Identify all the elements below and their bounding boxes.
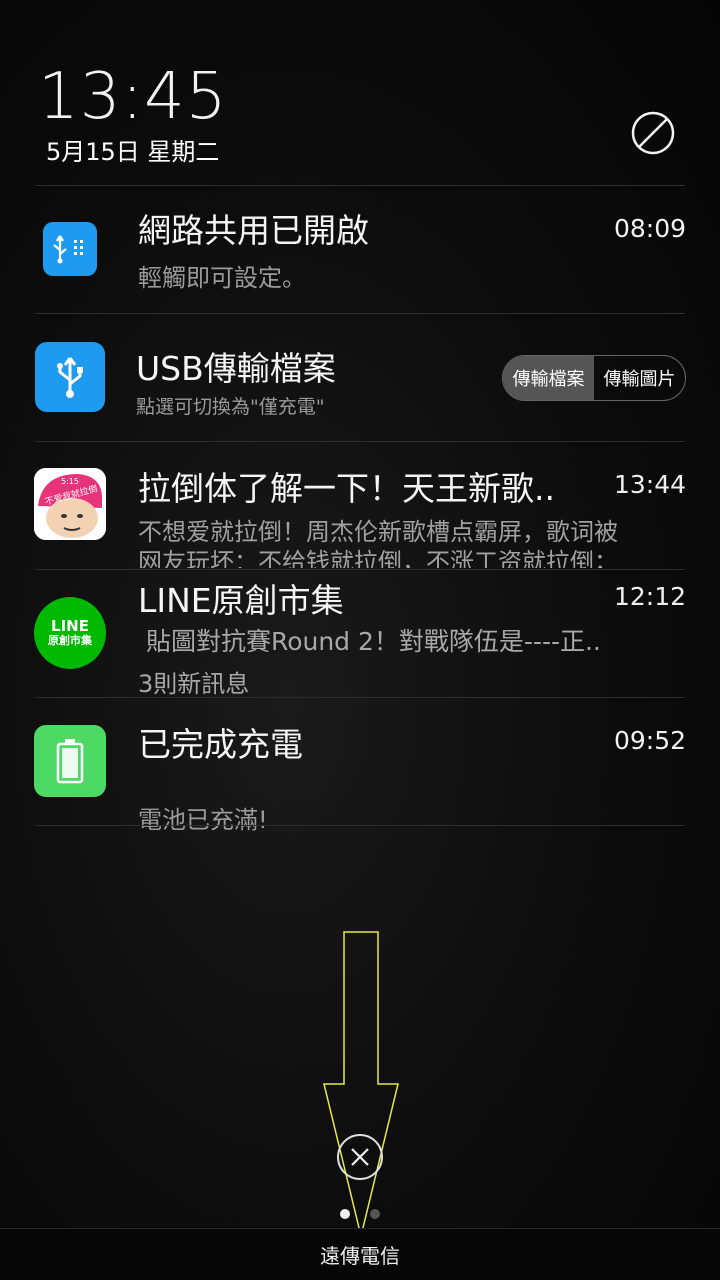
- do-not-disturb-button[interactable]: [630, 110, 676, 156]
- carrier-label: 遠傳電信: [0, 1228, 720, 1280]
- page-indicator: [340, 1209, 380, 1219]
- do-not-disturb-icon: [631, 111, 675, 155]
- battery-full-icon: [34, 725, 106, 797]
- swipe-down-arrow-icon: [323, 931, 399, 1237]
- transfer-photos-option[interactable]: 傳輸圖片: [594, 356, 685, 400]
- meme-app-icon: 5:15 不爱我就拉倒: [34, 468, 106, 540]
- notification-tethering[interactable]: 網路共用已開啟 08:09 輕觸即可設定。: [0, 186, 720, 313]
- notification-title: LINE原創市集: [138, 581, 344, 620]
- usb-tether-icon: [43, 222, 97, 276]
- clock-date: 5月15日 星期二: [46, 138, 220, 166]
- notification-line[interactable]: LINE 原創市集 LINE原創市集 12:12 貼圖對抗賽Round 2！對戰…: [0, 570, 720, 698]
- page-dot: [370, 1209, 380, 1219]
- notification-text: 點選可切換為"僅充電": [136, 396, 325, 418]
- notification-text: 電池已充滿!: [138, 806, 268, 834]
- notification-battery[interactable]: 已完成充電 09:52 電池已充滿!: [0, 698, 720, 834]
- notification-time: 09:52: [613, 726, 686, 755]
- notification-text: 輕觸即可設定。: [138, 264, 306, 292]
- notification-title: 拉倒体了解一下！天王新歌..: [138, 469, 555, 508]
- transfer-files-option[interactable]: 傳輸檔案: [503, 356, 594, 400]
- notification-title: 網路共用已開啟: [138, 211, 369, 250]
- line-icon-subtext: 原創市集: [48, 634, 92, 647]
- usb-mode-toggle[interactable]: 傳輸檔案 傳輸圖片: [502, 355, 686, 401]
- notification-time: 12:12: [613, 582, 686, 611]
- divider: [35, 825, 685, 826]
- notification-subtext: 3則新訊息: [138, 670, 250, 698]
- notification-title: USB傳輸檔案: [136, 349, 336, 388]
- notification-time: 13:44: [613, 470, 686, 499]
- notification-text: 貼圖對抗賽Round 2！對戰隊伍是----正..: [138, 627, 601, 656]
- meme-icon-date: 5:15: [61, 477, 79, 486]
- line-icon-text: LINE: [51, 617, 89, 635]
- notification-title: 已完成充電: [138, 725, 303, 764]
- clear-all-button[interactable]: [337, 1134, 383, 1180]
- notification-time: 08:09: [613, 214, 686, 243]
- clock-time: 13:45: [38, 60, 228, 134]
- notification-text-line: 网友玩坏：不给钱就拉倒，不涨工资就拉倒；: [138, 548, 618, 568]
- usb-icon: [35, 342, 105, 412]
- notification-news[interactable]: 5:15 不爱我就拉倒 拉倒体了解一下！天王新歌.. 13:44 不想爱就拉倒！…: [0, 442, 720, 569]
- close-icon: [351, 1148, 369, 1166]
- line-creators-icon: LINE 原創市集: [34, 597, 106, 669]
- page-dot-active: [340, 1209, 350, 1219]
